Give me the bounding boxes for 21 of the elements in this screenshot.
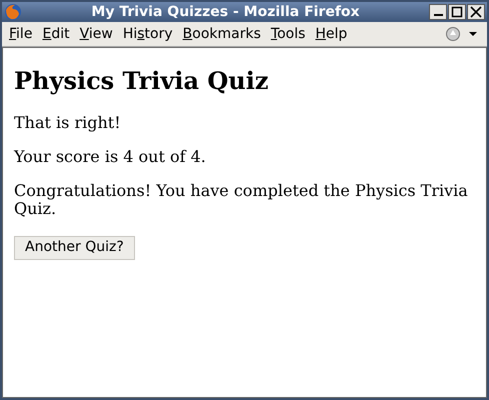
- paragraph: That is right!: [14, 114, 122, 132]
- maximize-button[interactable]: [448, 4, 466, 20]
- maximize-icon: [451, 6, 463, 18]
- menu-item[interactable]: Edit: [37, 24, 75, 44]
- page-heading: Physics Trivia Quiz: [14, 66, 270, 96]
- close-button[interactable]: [467, 4, 485, 20]
- close-icon: [470, 6, 482, 18]
- minimize-button[interactable]: [429, 4, 447, 20]
- paragraph: Your score is 4 out of 4.: [14, 148, 207, 166]
- minimize-icon: [434, 14, 442, 16]
- window-title: My Trivia Quizzes - Mozilla Firefox: [90, 2, 361, 22]
- menu-item[interactable]: Tools: [266, 24, 310, 44]
- menu-item[interactable]: Help: [310, 24, 352, 44]
- browser-logo-icon: [4, 3, 22, 21]
- menu-item[interactable]: Bookmarks: [178, 24, 266, 44]
- paragraph: Congratulations! You have completed the Physics Trivia Quiz.: [14, 182, 469, 218]
- menu-item[interactable]: View: [74, 24, 118, 44]
- menu-item[interactable]: History: [118, 24, 178, 44]
- activity-indicator-icon: [445, 26, 479, 42]
- another-quiz-button[interactable]: Another Quiz?: [14, 236, 135, 260]
- menu-item[interactable]: File: [4, 24, 38, 44]
